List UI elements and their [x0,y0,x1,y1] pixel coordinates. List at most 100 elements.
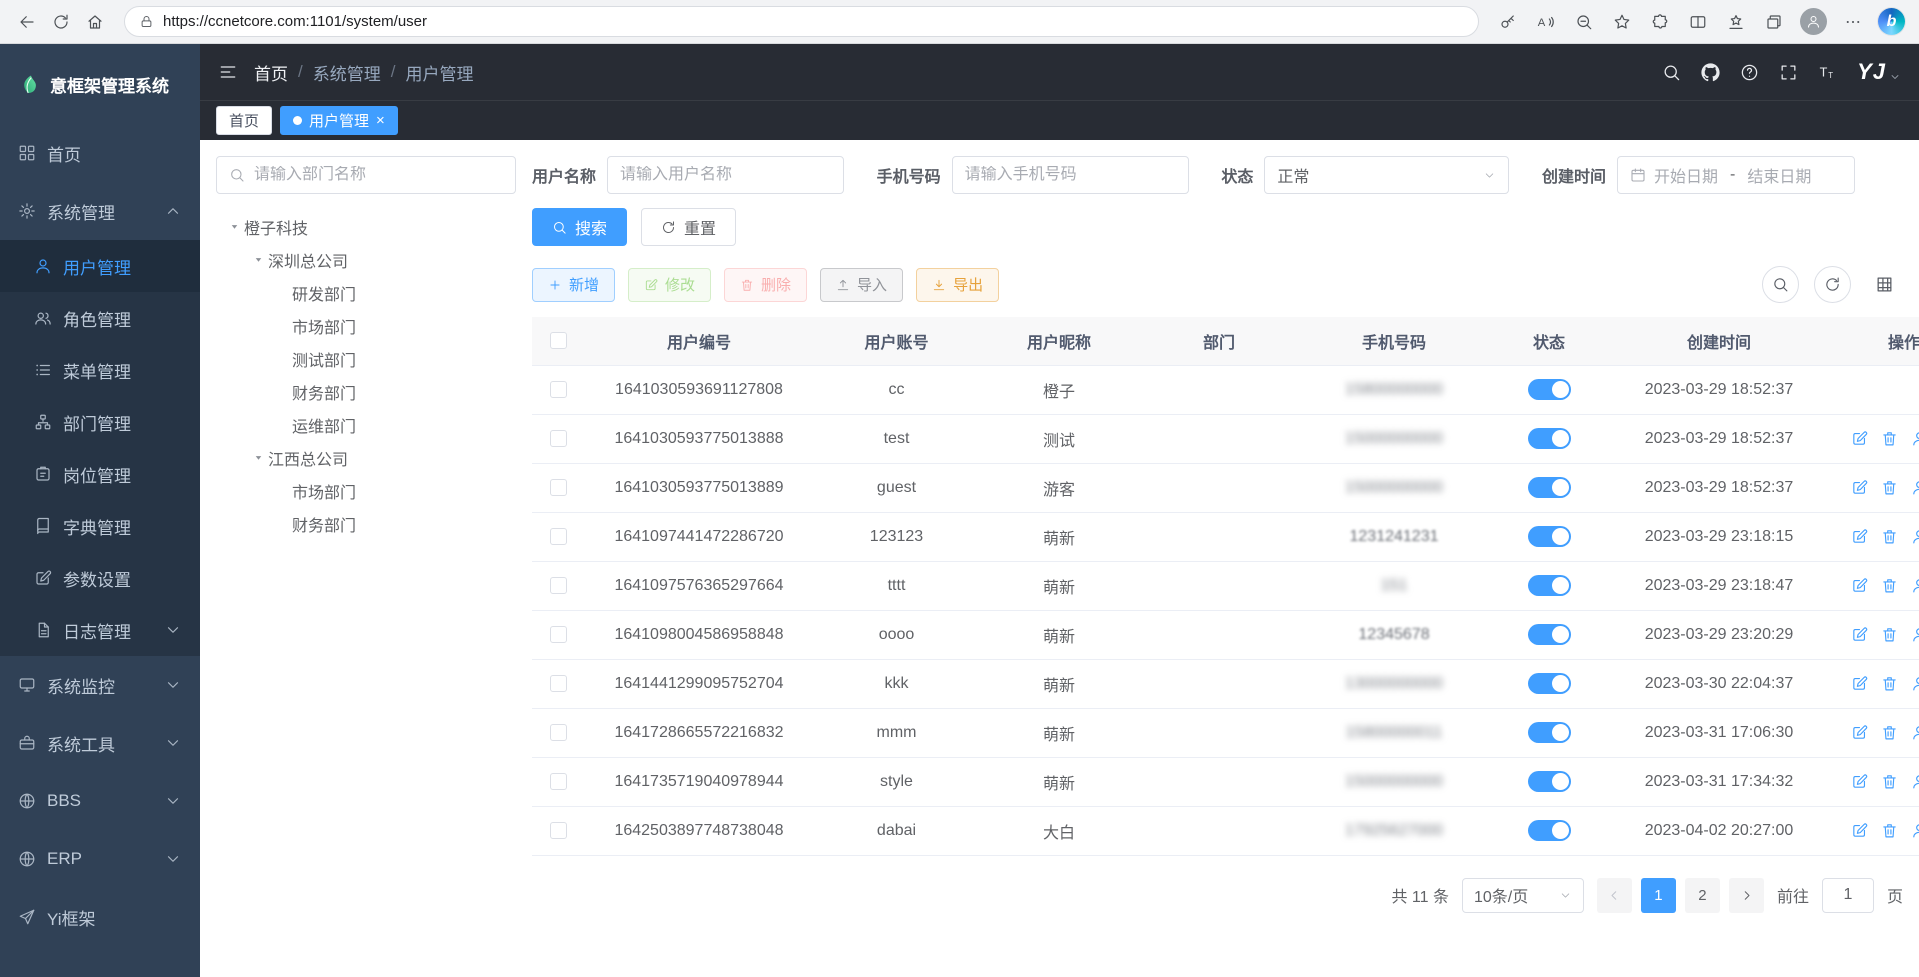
reset-password-icon[interactable] [1911,479,1919,496]
delete-row-icon[interactable] [1881,626,1898,643]
address-bar[interactable]: https://ccnetcore.com:1101/system/user [124,6,1479,37]
delete-row-icon[interactable] [1881,675,1898,692]
status-toggle[interactable] [1528,771,1571,792]
sidebar-item-部门管理[interactable]: 部门管理 [0,396,200,448]
tree-node-市场部门[interactable]: 市场部门 [216,474,516,507]
row-checkbox[interactable] [550,626,567,643]
tree-node-深圳总公司[interactable]: 深圳总公司 [216,243,516,276]
sidebar-item-参数设置[interactable]: 参数设置 [0,552,200,604]
row-checkbox[interactable] [550,528,567,545]
app-logo[interactable]: 意框架管理系统 [0,44,200,124]
breadcrumb-item[interactable]: 系统管理 [313,60,381,85]
reset-password-icon[interactable] [1911,430,1919,447]
header-search-icon[interactable] [1662,63,1681,82]
sidebar-item-菜单管理[interactable]: 菜单管理 [0,344,200,396]
browser-back-icon[interactable] [10,5,44,39]
status-toggle[interactable] [1528,820,1571,841]
column-settings-button[interactable] [1866,266,1903,303]
date-range-picker[interactable]: 开始日期 - 结束日期 [1617,156,1855,194]
tree-node-测试部门[interactable]: 测试部门 [216,342,516,375]
sidebar-item-系统管理[interactable]: 系统管理 [0,182,200,240]
phone-input[interactable] [965,166,1176,184]
sidebar-item-系统工具[interactable]: 系统工具 [0,714,200,772]
favorite-this-page-icon[interactable] [1605,5,1639,39]
tree-expand-caret-icon[interactable] [248,452,268,463]
edit-row-icon[interactable] [1851,675,1868,692]
reset-password-icon[interactable] [1911,675,1919,692]
sidebar-item-岗位管理[interactable]: 岗位管理 [0,448,200,500]
edit-row-icon[interactable] [1851,773,1868,790]
toggle-search-button[interactable] [1762,266,1799,303]
browser-home-icon[interactable] [78,5,112,39]
tree-node-江西总公司[interactable]: 江西总公司 [216,441,516,474]
edit-row-icon[interactable] [1851,724,1868,741]
delete-row-icon[interactable] [1881,479,1898,496]
add-button[interactable]: 新增 [532,268,615,302]
tree-node-财务部门[interactable]: 财务部门 [216,375,516,408]
password-manager-icon[interactable] [1491,5,1525,39]
row-checkbox[interactable] [550,479,567,496]
tree-expand-caret-icon[interactable] [248,254,268,265]
status-toggle[interactable] [1528,379,1571,400]
copilot-bing-icon[interactable]: b [1878,8,1905,35]
tree-node-市场部门[interactable]: 市场部门 [216,309,516,342]
status-toggle[interactable] [1528,575,1571,596]
tree-node-橙子科技[interactable]: 橙子科技 [216,210,516,243]
delete-row-icon[interactable] [1881,577,1898,594]
page-button-2[interactable]: 2 [1685,878,1720,913]
username-input[interactable] [620,166,831,184]
select-all-checkbox[interactable] [550,332,567,349]
sidebar-item-系统监控[interactable]: 系统监控 [0,656,200,714]
status-toggle[interactable] [1528,526,1571,547]
sidebar-item-ERP[interactable]: ERP [0,830,200,888]
font-size-icon[interactable]: TT [1818,63,1837,82]
reset-password-icon[interactable] [1911,528,1919,545]
delete-row-icon[interactable] [1881,528,1898,545]
refresh-table-button[interactable] [1814,266,1851,303]
edit-button[interactable]: 修改 [628,268,711,302]
delete-row-icon[interactable] [1881,773,1898,790]
edit-row-icon[interactable] [1851,626,1868,643]
prev-page-button[interactable] [1597,878,1632,913]
fullscreen-icon[interactable] [1779,63,1798,82]
edit-row-icon[interactable] [1851,479,1868,496]
import-button[interactable]: 导入 [820,268,903,302]
status-toggle[interactable] [1528,673,1571,694]
delete-row-icon[interactable] [1881,822,1898,839]
row-checkbox[interactable] [550,430,567,447]
tree-expand-caret-icon[interactable] [224,221,244,232]
browser-settings-menu-icon[interactable] [1836,5,1870,39]
row-checkbox[interactable] [550,577,567,594]
zoom-icon[interactable] [1567,5,1601,39]
edit-row-icon[interactable] [1851,430,1868,447]
collections-icon[interactable] [1757,5,1791,39]
sidebar-item-字典管理[interactable]: 字典管理 [0,500,200,552]
row-checkbox[interactable] [550,381,567,398]
close-tag-icon[interactable]: × [376,113,385,128]
row-checkbox[interactable] [550,822,567,839]
page-button-1[interactable]: 1 [1641,878,1676,913]
export-button[interactable]: 导出 [916,268,999,302]
read-aloud-icon[interactable]: A [1529,5,1563,39]
edit-row-icon[interactable] [1851,577,1868,594]
sidebar-item-Yi框架[interactable]: Yi框架 [0,888,200,946]
github-icon[interactable] [1701,63,1720,82]
status-toggle[interactable] [1528,477,1571,498]
browser-profile-avatar[interactable] [1800,8,1827,35]
delete-row-icon[interactable] [1881,724,1898,741]
reset-password-icon[interactable] [1911,773,1919,790]
reset-button[interactable]: 重置 [641,208,736,246]
next-page-button[interactable] [1729,878,1764,913]
status-toggle[interactable] [1528,722,1571,743]
split-screen-icon[interactable] [1681,5,1715,39]
goto-page-input[interactable] [1822,878,1874,913]
page-size-select[interactable]: 10条/页 [1462,878,1584,913]
sidebar-item-用户管理[interactable]: 用户管理 [0,240,200,292]
department-search-input[interactable] [254,166,503,184]
tree-node-运维部门[interactable]: 运维部门 [216,408,516,441]
sidebar-collapse-icon[interactable] [218,62,238,82]
browser-refresh-icon[interactable] [44,5,78,39]
reset-password-icon[interactable] [1911,577,1919,594]
tag-首页[interactable]: 首页 [216,106,272,135]
status-toggle[interactable] [1528,428,1571,449]
